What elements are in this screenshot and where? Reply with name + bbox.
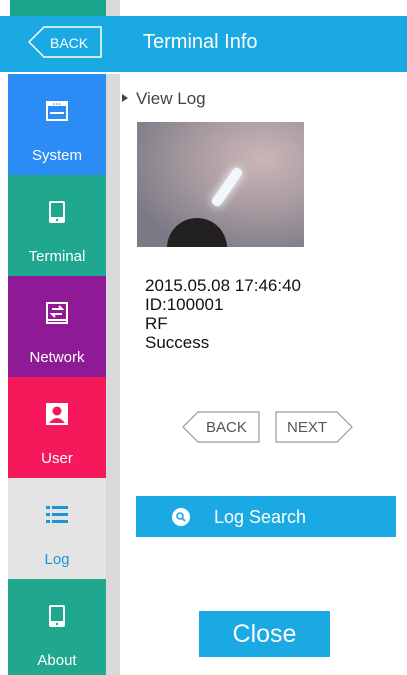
sidebar-item-terminal[interactable]: Terminal (8, 175, 106, 276)
top-strip (0, 0, 407, 16)
top-strip-divider (106, 0, 120, 16)
sidebar-item-about[interactable]: About (8, 579, 106, 675)
sidebar-item-log[interactable]: Log (8, 478, 106, 579)
back-button-label: BACK (50, 35, 89, 51)
sidebar-item-user-label: User (41, 450, 73, 467)
sidebar-item-user[interactable]: User (8, 377, 106, 478)
top-strip-accent (10, 0, 106, 16)
next-log-button[interactable]: NEXT (275, 411, 353, 443)
log-details: 2015.05.08 17:46:40 ID:100001 RF Success (145, 276, 301, 352)
list-icon (46, 506, 68, 523)
prev-log-button[interactable]: BACK (182, 411, 260, 443)
close-button-label: Close (232, 620, 297, 648)
log-method: RF (145, 314, 168, 333)
sidebar-left-margin (0, 74, 8, 675)
log-search-label: Log Search (214, 507, 307, 527)
prev-log-label: BACK (206, 419, 247, 436)
log-datetime: 2015.05.08 17:46:40 (145, 276, 301, 295)
sidebar-item-about-label: About (37, 652, 77, 669)
header-bar: BACK Terminal Info (0, 16, 407, 72)
sidebar-item-network-label: Network (29, 349, 85, 366)
tablet-icon (49, 605, 65, 627)
close-button[interactable]: Close (199, 611, 330, 657)
log-search-button[interactable]: Log Search (136, 496, 396, 537)
back-button[interactable]: BACK (28, 26, 102, 58)
sidebar-item-system-label: System (31, 147, 82, 164)
network-icon (46, 302, 68, 324)
next-log-label: NEXT (287, 419, 328, 436)
user-icon (46, 403, 68, 425)
search-icon (172, 508, 190, 526)
breadcrumb: View Log (136, 89, 206, 108)
log-id: ID:100001 (145, 295, 224, 314)
sidebar: System Terminal Network User Log About (8, 74, 106, 675)
sidebar-divider (106, 74, 120, 675)
log-result: Success (145, 333, 210, 352)
sidebar-item-log-label: Log (44, 551, 70, 568)
log-photo (137, 122, 304, 247)
page-title: Terminal Info (143, 31, 258, 53)
breadcrumb-arrow-icon (122, 94, 128, 102)
monitor-icon (46, 101, 68, 121)
sidebar-item-terminal-label: Terminal (28, 248, 86, 265)
tablet-icon (49, 201, 65, 223)
sidebar-item-network[interactable]: Network (8, 276, 106, 377)
sidebar-item-system[interactable]: System (8, 74, 106, 175)
